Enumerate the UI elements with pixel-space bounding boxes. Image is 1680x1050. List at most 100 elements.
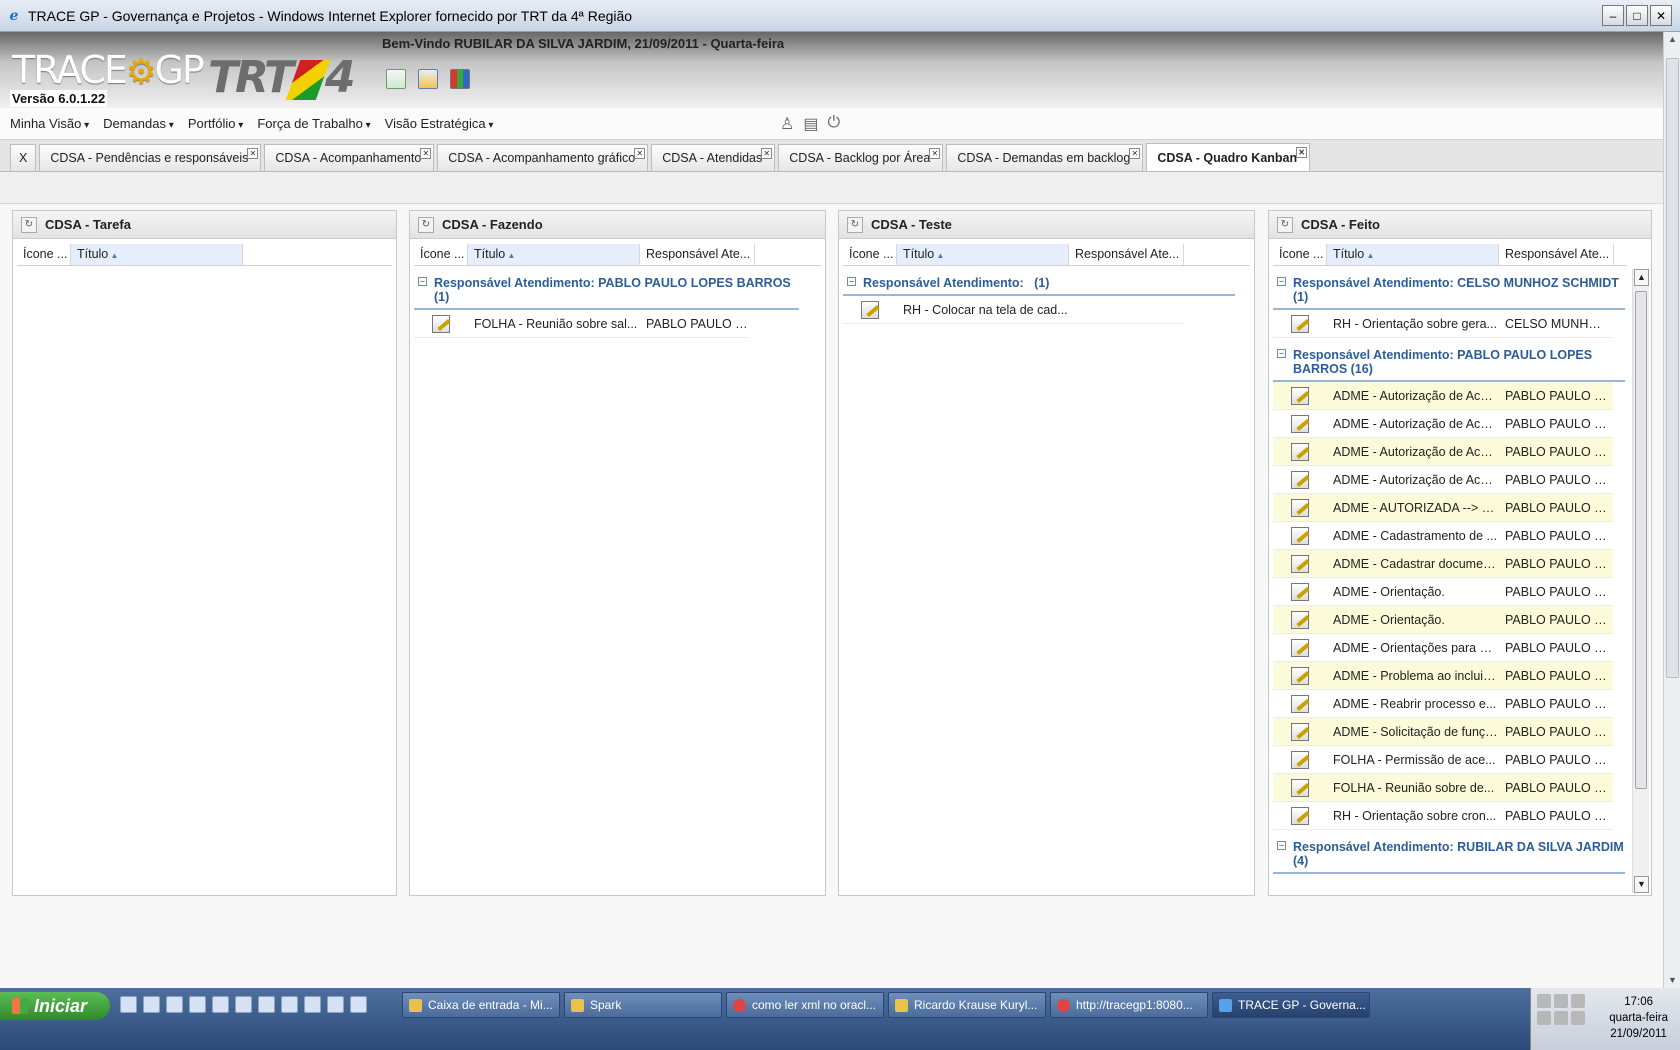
clock[interactable]: 17:06 quarta-feira 21/09/2011: [1609, 994, 1668, 1042]
list-item[interactable]: ADME - AUTORIZADA --> Pr... PABLO PAULO L…: [1273, 494, 1613, 522]
list-item[interactable]: ADME - Autorização de Aces... PABLO PAULO…: [1273, 438, 1613, 466]
group-header[interactable]: – Responsável Atendimento: CELSO MUNHOZ S…: [1273, 276, 1625, 310]
edit-icon[interactable]: [1291, 470, 1309, 489]
menu-forca-de-trabalho[interactable]: Força de Trabalho: [257, 116, 370, 131]
list-item[interactable]: ADME - Cadastrar documen... PABLO PAULO L…: [1273, 550, 1613, 578]
new-demand-icon[interactable]: [386, 69, 406, 89]
scroll-down-icon[interactable]: ▼: [1634, 876, 1649, 893]
app-quicklaunch-icon[interactable]: [212, 996, 229, 1013]
edit-icon[interactable]: [1291, 638, 1309, 657]
outlook-quicklaunch-icon[interactable]: [143, 996, 160, 1013]
edit-icon[interactable]: [1291, 778, 1309, 797]
menu-demandas[interactable]: Demandas: [103, 116, 174, 131]
scroll-thumb[interactable]: [1666, 58, 1679, 678]
tab-atendidas[interactable]: CDSA - Atendidas ✕: [651, 144, 776, 171]
edit-icon[interactable]: [1291, 806, 1309, 825]
collapse-icon[interactable]: –: [418, 277, 427, 286]
list-item[interactable]: FOLHA - Reunião sobre sal... PABLO PAULO…: [414, 310, 750, 338]
edit-icon[interactable]: [1291, 498, 1309, 517]
edit-icon[interactable]: [1291, 582, 1309, 601]
list-item[interactable]: ADME - Autorização de Aces... PABLO PAULO…: [1273, 466, 1613, 494]
chrome-quicklaunch-icon[interactable]: [350, 996, 367, 1013]
tray-s-icon[interactable]: [1554, 1011, 1568, 1025]
scroll-up-icon[interactable]: ▲: [1634, 269, 1649, 286]
group-header[interactable]: – Responsável Atendimento: RUBILAR DA SIL…: [1273, 840, 1625, 874]
list-item[interactable]: RH - Colocar na tela de cad...: [843, 296, 1183, 324]
minimize-button[interactable]: –: [1602, 5, 1624, 26]
folder-quicklaunch-icon[interactable]: [235, 996, 252, 1013]
list-item[interactable]: FOLHA - Reunião sobre de... PABLO PAULO L…: [1273, 774, 1613, 802]
refresh-icon[interactable]: ↻: [418, 216, 434, 233]
maximize-button[interactable]: □: [1626, 5, 1648, 26]
task-chrome[interactable]: como ler xml no oracl...: [726, 992, 884, 1018]
collapse-icon[interactable]: –: [1277, 841, 1286, 850]
edit-icon[interactable]: [1291, 610, 1309, 629]
list-item[interactable]: ADME - Problema ao incluir ... PABLO PAUL…: [1273, 662, 1613, 690]
edit-icon[interactable]: [1291, 666, 1309, 685]
tab-quadro-kanban[interactable]: CDSA - Quadro Kanban ✕: [1146, 143, 1311, 171]
edit-icon[interactable]: [432, 314, 450, 333]
list-item[interactable]: ADME - Orientação. PABLO PAULO L...: [1273, 606, 1613, 634]
menu-portfolio[interactable]: Portfólio: [188, 116, 244, 131]
tab-close-icon[interactable]: ✕: [929, 148, 941, 159]
refresh-icon[interactable]: ↻: [847, 216, 863, 233]
task-ie-tracegp[interactable]: TRACE GP - Governa...: [1212, 992, 1370, 1018]
list-item[interactable]: ADME - Reabrir processo e... PABLO PAULO …: [1273, 690, 1613, 718]
app2-quicklaunch-icon[interactable]: [281, 996, 298, 1013]
tool-quicklaunch-icon[interactable]: [258, 996, 275, 1013]
col-titulo[interactable]: Título: [1327, 244, 1499, 265]
tab-close-icon[interactable]: ✕: [1129, 148, 1141, 159]
refresh-icon[interactable]: ↻: [21, 216, 37, 233]
tray-shield-icon[interactable]: [1537, 1011, 1551, 1025]
edit-icon[interactable]: [1291, 554, 1309, 573]
list-item[interactable]: ADME - Orientações para o ... PABLO PAULO…: [1273, 634, 1613, 662]
tab-close-icon[interactable]: ✕: [247, 148, 259, 159]
tab-close-icon[interactable]: ✕: [420, 148, 432, 159]
col-responsavel[interactable]: Responsável Ate...: [1499, 244, 1614, 265]
edit-icon[interactable]: [1291, 314, 1309, 333]
calculator-quicklaunch-icon[interactable]: [166, 996, 183, 1013]
list-item[interactable]: ADME - Autorização de Aces... PABLO PAULO…: [1273, 382, 1613, 410]
tab-acompanhamento-grafico[interactable]: CDSA - Acompanhamento gráfico ✕: [437, 144, 649, 171]
power-icon[interactable]: ⏻: [827, 114, 840, 134]
collapse-icon[interactable]: –: [1277, 277, 1286, 286]
collapse-icon[interactable]: –: [1277, 349, 1286, 358]
col-icone[interactable]: Ícone ...: [414, 244, 468, 265]
books-icon[interactable]: ▤: [803, 114, 818, 134]
col-responsavel[interactable]: Responsável Ate...: [1069, 244, 1184, 265]
scroll-up-icon[interactable]: ▲: [1665, 32, 1680, 47]
tab-close-icon[interactable]: ✕: [634, 148, 646, 159]
edit-icon[interactable]: [1291, 694, 1309, 713]
menu-visao-estrategica[interactable]: Visão Estratégica: [385, 116, 494, 131]
tab-backlog-area[interactable]: CDSA - Backlog por Área ✕: [778, 144, 944, 171]
menu-minha-visao[interactable]: Minha Visão: [10, 116, 89, 131]
list-item[interactable]: ADME - Autorização de Aces... PABLO PAULO…: [1273, 410, 1613, 438]
tab-demandas-backlog[interactable]: CDSA - Demandas em backlog ✕: [946, 144, 1144, 171]
edit-icon[interactable]: [1291, 526, 1309, 545]
list-item[interactable]: RH - Orientação sobre cron... PABLO PAULO…: [1273, 802, 1613, 830]
app3-quicklaunch-icon[interactable]: [304, 996, 321, 1013]
start-button[interactable]: Iniciar: [0, 992, 110, 1020]
tab-pendencias[interactable]: CDSA - Pendências e responsáveis ✕: [39, 144, 262, 171]
list-item[interactable]: ADME - Orientação. PABLO PAULO L...: [1273, 578, 1613, 606]
list-item[interactable]: ADME - Cadastramento de ... PABLO PAULO L…: [1273, 522, 1613, 550]
browser-scrollbar[interactable]: ▲ ▼: [1663, 32, 1680, 988]
edit-icon[interactable]: [1291, 750, 1309, 769]
list-item[interactable]: ADME - Solicitação de funçã... PABLO PAUL…: [1273, 718, 1613, 746]
ie-quicklaunch-icon[interactable]: [120, 996, 137, 1013]
list-item[interactable]: RH - Orientação sobre gera... CELSO MUNH…: [1273, 310, 1613, 338]
col-titulo[interactable]: Título: [468, 244, 640, 265]
edit-icon[interactable]: [1291, 414, 1309, 433]
user-icon[interactable]: ♙: [780, 114, 794, 134]
col-icone[interactable]: Ícone ...: [1273, 244, 1327, 265]
edit-icon[interactable]: [861, 300, 879, 319]
media-quicklaunch-icon[interactable]: [189, 996, 206, 1013]
col-icone[interactable]: Ícone ...: [843, 244, 897, 265]
task-spark-chat[interactable]: Ricardo Krause Kuryl...: [888, 992, 1046, 1018]
task-outlook[interactable]: Caixa de entrada - Mi...: [402, 992, 560, 1018]
group-header[interactable]: – Responsável Atendimento: PABLO PAULO LO…: [414, 276, 799, 310]
tab-close-icon[interactable]: ✕: [761, 148, 773, 159]
tray-security-icon[interactable]: [1571, 1011, 1585, 1025]
refresh-icon[interactable]: ↻: [1277, 216, 1293, 233]
tab-close-all[interactable]: X: [10, 144, 37, 171]
